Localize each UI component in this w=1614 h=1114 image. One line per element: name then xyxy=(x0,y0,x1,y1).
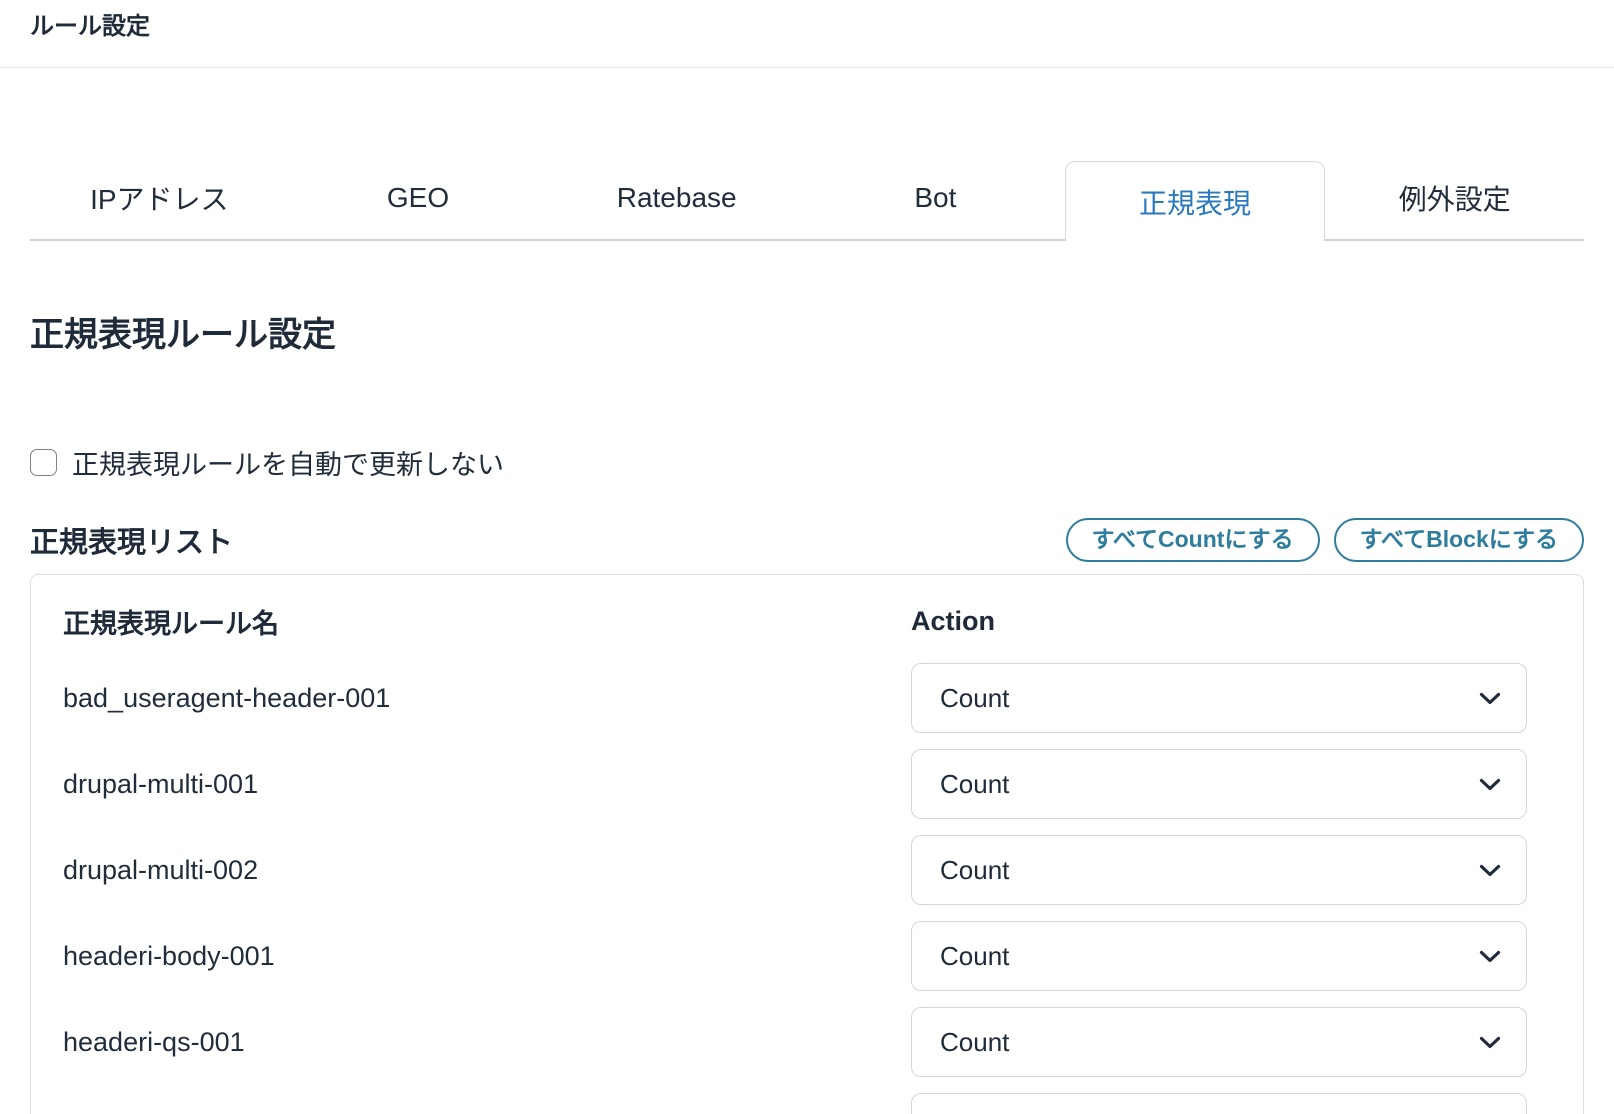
table-row: headeri-qs-001 Count xyxy=(63,1007,1527,1077)
chevron-down-icon xyxy=(1479,1036,1501,1049)
action-select-value: Count xyxy=(940,1026,1010,1057)
tab-IPアドレス[interactable]: IPアドレス xyxy=(30,156,289,239)
action-select-value: Count xyxy=(940,768,1010,799)
page-title: ルール設定 xyxy=(30,13,150,40)
table-row: drupal-multi-001 Count xyxy=(63,749,1527,819)
chevron-down-icon xyxy=(1479,778,1501,791)
rule-name: drupal-multi-002 xyxy=(63,854,259,885)
action-select-value: Count xyxy=(940,682,1010,713)
tab-正規表現[interactable]: 正規表現 xyxy=(1064,161,1326,241)
action-select[interactable]: Count xyxy=(911,1007,1527,1077)
tab-例外設定[interactable]: 例外設定 xyxy=(1325,156,1584,239)
tab-Ratebase[interactable]: Ratebase xyxy=(547,156,806,239)
regex-rules-panel: 正規表現ルール名 Action bad_useragent-header-001… xyxy=(30,574,1584,1114)
action-select[interactable]: Count xyxy=(911,921,1527,991)
table-rows: bad_useragent-header-001 Count drupal-mu… xyxy=(63,663,1527,1114)
tab-GEO[interactable]: GEO xyxy=(289,156,548,239)
main-content: IPアドレス GEO Ratebase Bot 正規表現 例外設定 正規表現ルール設定 正… xyxy=(0,156,1614,1114)
section-heading: 正規表現ルール設定 xyxy=(30,316,336,354)
auto-update-checkbox-row: 正規表現ルールを自動で更新しない xyxy=(30,443,1584,482)
page-header: ルール設定 xyxy=(0,0,1614,68)
chevron-down-icon xyxy=(1479,864,1501,877)
regex-list-title: 正規表現リスト xyxy=(30,527,234,559)
tab-bar: IPアドレス GEO Ratebase Bot 正規表現 例外設定 xyxy=(30,156,1584,241)
table-row: drupal-multi-002 Count xyxy=(63,835,1527,905)
action-select-value: Count xyxy=(940,940,1010,971)
table-row: bad_useragent-header-001 Count xyxy=(63,663,1527,733)
bulk-action-buttons: すべてCountにする すべてBlockにする xyxy=(1065,518,1584,562)
column-header-action: Action xyxy=(911,606,995,636)
chevron-down-icon xyxy=(1479,692,1501,705)
rule-name: drupal-multi-001 xyxy=(63,768,259,799)
set-all-count-button[interactable]: すべてCountにする xyxy=(1065,518,1320,562)
rule-name: headeri-qs-001 xyxy=(63,1026,245,1057)
rule-name: headeri-body-001 xyxy=(63,940,275,971)
action-select[interactable]: Count xyxy=(911,1093,1527,1114)
table-row: joomla-multi-001 Count xyxy=(63,1093,1527,1114)
chevron-down-icon xyxy=(1479,950,1501,963)
action-select[interactable]: Count xyxy=(911,835,1527,905)
action-select[interactable]: Count xyxy=(911,663,1527,733)
action-select[interactable]: Count xyxy=(911,749,1527,819)
table-header-row: 正規表現ルール名 Action xyxy=(63,602,1527,641)
action-select-value: Count xyxy=(940,854,1010,885)
auto-update-checkbox[interactable] xyxy=(30,449,57,476)
tab-Bot[interactable]: Bot xyxy=(806,156,1065,239)
auto-update-checkbox-label: 正規表現ルールを自動で更新しない xyxy=(72,450,504,480)
set-all-block-button[interactable]: すべてBlockにする xyxy=(1333,518,1584,562)
regex-list-header-row: 正規表現リスト すべてCountにする すべてBlockにする xyxy=(30,518,1584,562)
rule-name: bad_useragent-header-001 xyxy=(63,682,391,713)
table-row: headeri-body-001 Count xyxy=(63,921,1527,991)
column-header-rule-name: 正規表現ルール名 xyxy=(63,609,279,639)
